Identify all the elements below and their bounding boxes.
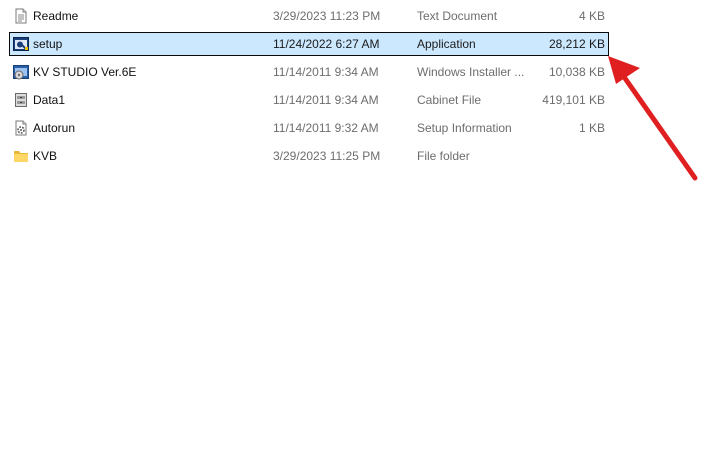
file-name: Autorun [33,121,76,135]
file-date: 11/14/2011 9:32 AM [273,121,379,135]
file-date: 11/14/2011 9:34 AM [273,65,379,79]
file-row-autorun[interactable]: Autorun 11/14/2011 9:32 AM Setup Informa… [9,116,609,140]
file-list: Readme 3/29/2023 11:23 PM Text Document … [9,4,609,172]
application-icon [13,36,29,52]
file-date: 11/14/2011 9:34 AM [273,93,379,107]
folder-icon [13,148,29,164]
file-type: Text Document [417,9,498,23]
text-document-icon [13,8,29,24]
file-name: Readme [33,9,79,23]
installer-icon [13,64,29,80]
file-size: 419,101 KB [542,93,605,107]
file-row-kv-studio[interactable]: KV STUDIO Ver.6E 11/14/2011 9:34 AM Wind… [9,60,609,84]
file-row-readme[interactable]: Readme 3/29/2023 11:23 PM Text Document … [9,4,609,28]
red-arrow-icon [608,56,698,181]
file-row-data1[interactable]: Data1 11/14/2011 9:34 AM Cabinet File 41… [9,88,609,112]
file-size: 28,212 KB [548,37,605,51]
file-type: Cabinet File [417,93,482,107]
file-row-kvb[interactable]: KVB 3/29/2023 11:25 PM File folder [9,144,609,168]
file-row-setup[interactable]: setup 11/24/2022 6:27 AM Application 28,… [9,32,609,56]
cabinet-icon [13,92,29,108]
file-type: File folder [417,149,470,163]
file-type: Application [417,37,476,51]
file-date: 11/24/2022 6:27 AM [273,37,380,51]
file-size: 10,038 KB [548,65,605,79]
setup-info-icon [13,120,29,136]
file-name: setup [33,37,63,51]
file-name: KV STUDIO Ver.6E [33,65,137,79]
file-type: Setup Information [417,121,512,135]
file-type: Windows Installer ... [417,65,525,79]
file-name: KVB [33,149,58,163]
file-date: 3/29/2023 11:23 PM [273,9,381,23]
file-name: Data1 [33,93,66,107]
file-date: 3/29/2023 11:25 PM [273,149,381,163]
file-size: 4 KB [578,9,605,23]
